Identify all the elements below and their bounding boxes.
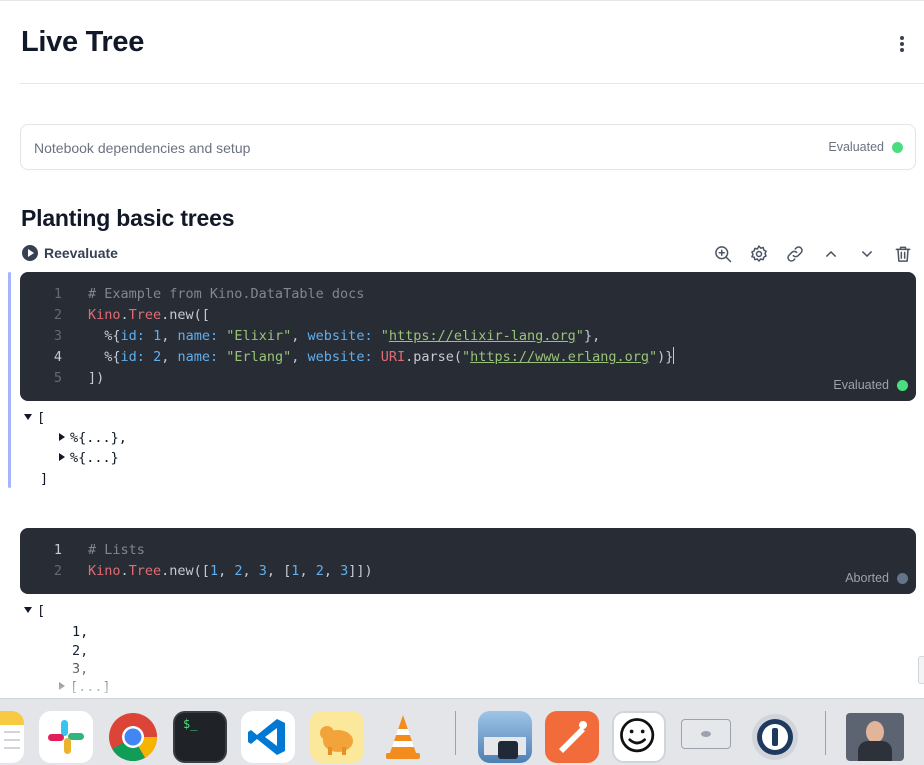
code-editor[interactable]: 1 # Example from Kino.DataTable docs 2 Kino… xyxy=(20,284,675,389)
caret-right-icon[interactable] xyxy=(59,453,65,461)
notes-icon[interactable] xyxy=(0,711,24,763)
scroll-handle[interactable] xyxy=(918,656,924,684)
preview-icon[interactable] xyxy=(478,711,532,763)
code-line: 1 # Lists xyxy=(53,542,145,558)
cell-status-text: Aborted xyxy=(845,571,889,585)
cell-status: Evaluated xyxy=(833,378,908,392)
gear-icon[interactable] xyxy=(748,243,770,265)
code-line: 5]) xyxy=(53,370,105,386)
slack-icon[interactable] xyxy=(39,711,93,763)
title-divider xyxy=(20,83,924,84)
1password-icon[interactable] xyxy=(748,711,802,763)
code-line: 3 %{id: 1, name: "Elixir", website: "htt… xyxy=(53,328,601,344)
section-heading[interactable]: Planting basic trees xyxy=(21,205,235,232)
notebook-title[interactable]: Live Tree xyxy=(21,26,144,59)
notebook-page: Live Tree Notebook dependencies and setu… xyxy=(0,0,924,765)
reevaluate-button[interactable]: Reevaluate xyxy=(22,245,118,261)
tree-node-root[interactable]: [ xyxy=(24,410,45,426)
dock-separator xyxy=(455,711,456,755)
window-top-border xyxy=(0,0,924,1)
tree-node[interactable]: %{...}, xyxy=(59,430,127,446)
kebab-vertical-icon[interactable] xyxy=(894,36,910,56)
cell-status-text: Evaluated xyxy=(833,378,889,392)
chrome-icon[interactable] xyxy=(106,711,160,763)
scroll-fade xyxy=(0,650,924,700)
vlc-icon[interactable] xyxy=(376,711,430,763)
tree-node[interactable]: %{...} xyxy=(59,450,119,466)
printer-icon[interactable] xyxy=(679,711,733,763)
status-dot-icon xyxy=(897,572,908,584)
code-editor[interactable]: 1 # Lists 2 Kino.Tree.new([1, 2, 3, [1, 2, … xyxy=(20,540,373,582)
setup-status-text: Evaluated xyxy=(828,140,884,154)
zoom-in-icon[interactable] xyxy=(712,243,734,265)
tree-node-close: ] xyxy=(40,471,49,487)
cell-toolbar xyxy=(712,243,914,265)
status-dot-icon xyxy=(897,379,908,391)
focused-cell-indicator xyxy=(8,272,11,488)
play-icon xyxy=(22,245,38,261)
code-line: 2 Kino.Tree.new([ xyxy=(53,307,210,323)
face-app-icon[interactable] xyxy=(612,711,666,763)
code-line: 2 Kino.Tree.new([1, 2, 3, [1, 2, 3]]) xyxy=(53,563,373,579)
code-line: 4 %{id: 2, name: "Erlang", website: URI.… xyxy=(53,347,675,365)
terminal-icon[interactable]: $_ xyxy=(173,711,227,763)
trash-icon[interactable] xyxy=(892,243,914,265)
caret-down-icon[interactable] xyxy=(24,414,32,420)
chevron-down-icon[interactable] xyxy=(856,243,878,265)
setup-status: Evaluated xyxy=(828,140,903,154)
tree-node-root[interactable]: [ xyxy=(24,603,45,619)
postman-icon[interactable] xyxy=(545,711,599,763)
code-line: 1 # Example from Kino.DataTable docs xyxy=(53,286,365,302)
cell-status: Aborted xyxy=(845,571,908,585)
caret-down-icon[interactable] xyxy=(24,607,32,613)
text-cursor xyxy=(673,347,675,364)
status-dot-icon xyxy=(892,141,903,153)
macos-dock: $_ xyxy=(0,698,924,765)
link-icon[interactable] xyxy=(784,243,806,265)
dock-separator xyxy=(825,711,826,755)
chevron-up-icon[interactable] xyxy=(820,243,842,265)
video-thumbnail-icon[interactable] xyxy=(846,713,904,761)
tree-leaf: 1, xyxy=(72,624,89,640)
code-cell[interactable]: 1 # Lists 2 Kino.Tree.new([1, 2, 3, [1, 2, … xyxy=(20,528,916,594)
setup-section[interactable]: Notebook dependencies and setup Evaluate… xyxy=(20,124,916,170)
reevaluate-label: Reevaluate xyxy=(44,245,118,261)
code-cell[interactable]: 1 # Example from Kino.DataTable docs 2 Kino… xyxy=(20,272,916,401)
caret-right-icon[interactable] xyxy=(59,433,65,441)
setup-section-label: Notebook dependencies and setup xyxy=(34,140,251,156)
tableplus-icon[interactable] xyxy=(310,711,364,763)
vscode-icon[interactable] xyxy=(241,711,295,763)
